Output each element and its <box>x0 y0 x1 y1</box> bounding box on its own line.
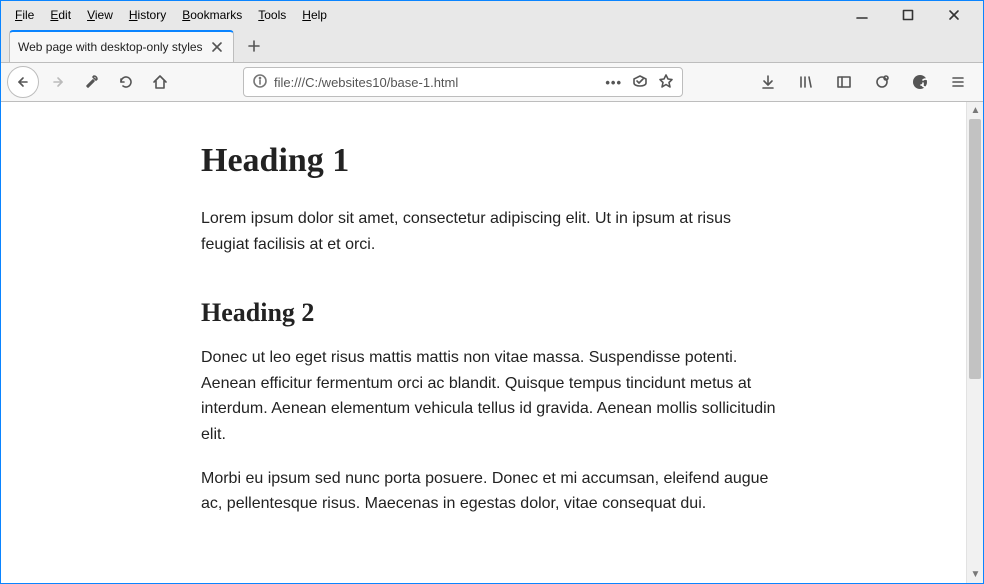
window-close-button[interactable] <box>931 1 977 29</box>
dev-tool-button[interactable] <box>77 67 107 97</box>
vertical-scrollbar[interactable]: ▲ ▼ <box>966 102 983 583</box>
nav-toolbar: file:///C:/websites10/base-1.html ••• <box>1 62 983 102</box>
reader-mode-icon[interactable] <box>632 73 648 92</box>
tab-close-icon[interactable] <box>209 39 225 55</box>
reload-button[interactable] <box>111 67 141 97</box>
page-actions-icon[interactable]: ••• <box>605 75 622 90</box>
extension-grammarly-icon[interactable] <box>905 67 935 97</box>
scroll-thumb[interactable] <box>969 119 981 379</box>
sidebar-icon[interactable] <box>829 67 859 97</box>
app-menu-icon[interactable] <box>943 67 973 97</box>
menu-view[interactable]: View <box>79 4 121 26</box>
page-content: Heading 1 Lorem ipsum dolor sit amet, co… <box>1 102 966 583</box>
window-maximize-button[interactable] <box>885 1 931 29</box>
url-text: file:///C:/websites10/base-1.html <box>274 75 599 90</box>
menu-bookmarks[interactable]: Bookmarks <box>174 4 250 26</box>
menu-file[interactable]: File <box>7 4 42 26</box>
page-p3: Morbi eu ipsum sed nunc porta posuere. D… <box>201 466 781 517</box>
page-p2: Donec ut leo eget risus mattis mattis no… <box>201 345 781 447</box>
bookmark-star-icon[interactable] <box>658 73 674 92</box>
toolbar-right <box>753 67 977 97</box>
forward-button[interactable] <box>43 67 73 97</box>
menubar: File Edit View History Bookmarks Tools H… <box>1 1 983 29</box>
page-p1: Lorem ipsum dolor sit amet, consectetur … <box>201 206 781 257</box>
browser-window: File Edit View History Bookmarks Tools H… <box>0 0 984 584</box>
address-bar[interactable]: file:///C:/websites10/base-1.html ••• <box>243 67 683 97</box>
tab-title: Web page with desktop-only styles <box>18 40 203 54</box>
scroll-up-icon[interactable]: ▲ <box>967 102 983 119</box>
window-controls <box>839 1 977 29</box>
window-minimize-button[interactable] <box>839 1 885 29</box>
library-icon[interactable] <box>791 67 821 97</box>
page-h1: Heading 1 <box>201 134 781 188</box>
extension-icon[interactable] <box>867 67 897 97</box>
menu-history[interactable]: History <box>121 4 174 26</box>
viewport: Heading 1 Lorem ipsum dolor sit amet, co… <box>1 102 983 583</box>
menu-edit[interactable]: Edit <box>42 4 79 26</box>
tab-active[interactable]: Web page with desktop-only styles <box>9 30 234 62</box>
scroll-down-icon[interactable]: ▼ <box>967 566 983 583</box>
page-h2: Heading 2 <box>201 292 781 334</box>
back-button[interactable] <box>7 66 39 98</box>
info-icon[interactable] <box>252 73 268 92</box>
menu-help[interactable]: Help <box>294 4 335 26</box>
downloads-icon[interactable] <box>753 67 783 97</box>
tab-strip: Web page with desktop-only styles <box>1 29 983 62</box>
home-button[interactable] <box>145 67 175 97</box>
menu-tools[interactable]: Tools <box>250 4 294 26</box>
new-tab-button[interactable] <box>238 30 270 62</box>
